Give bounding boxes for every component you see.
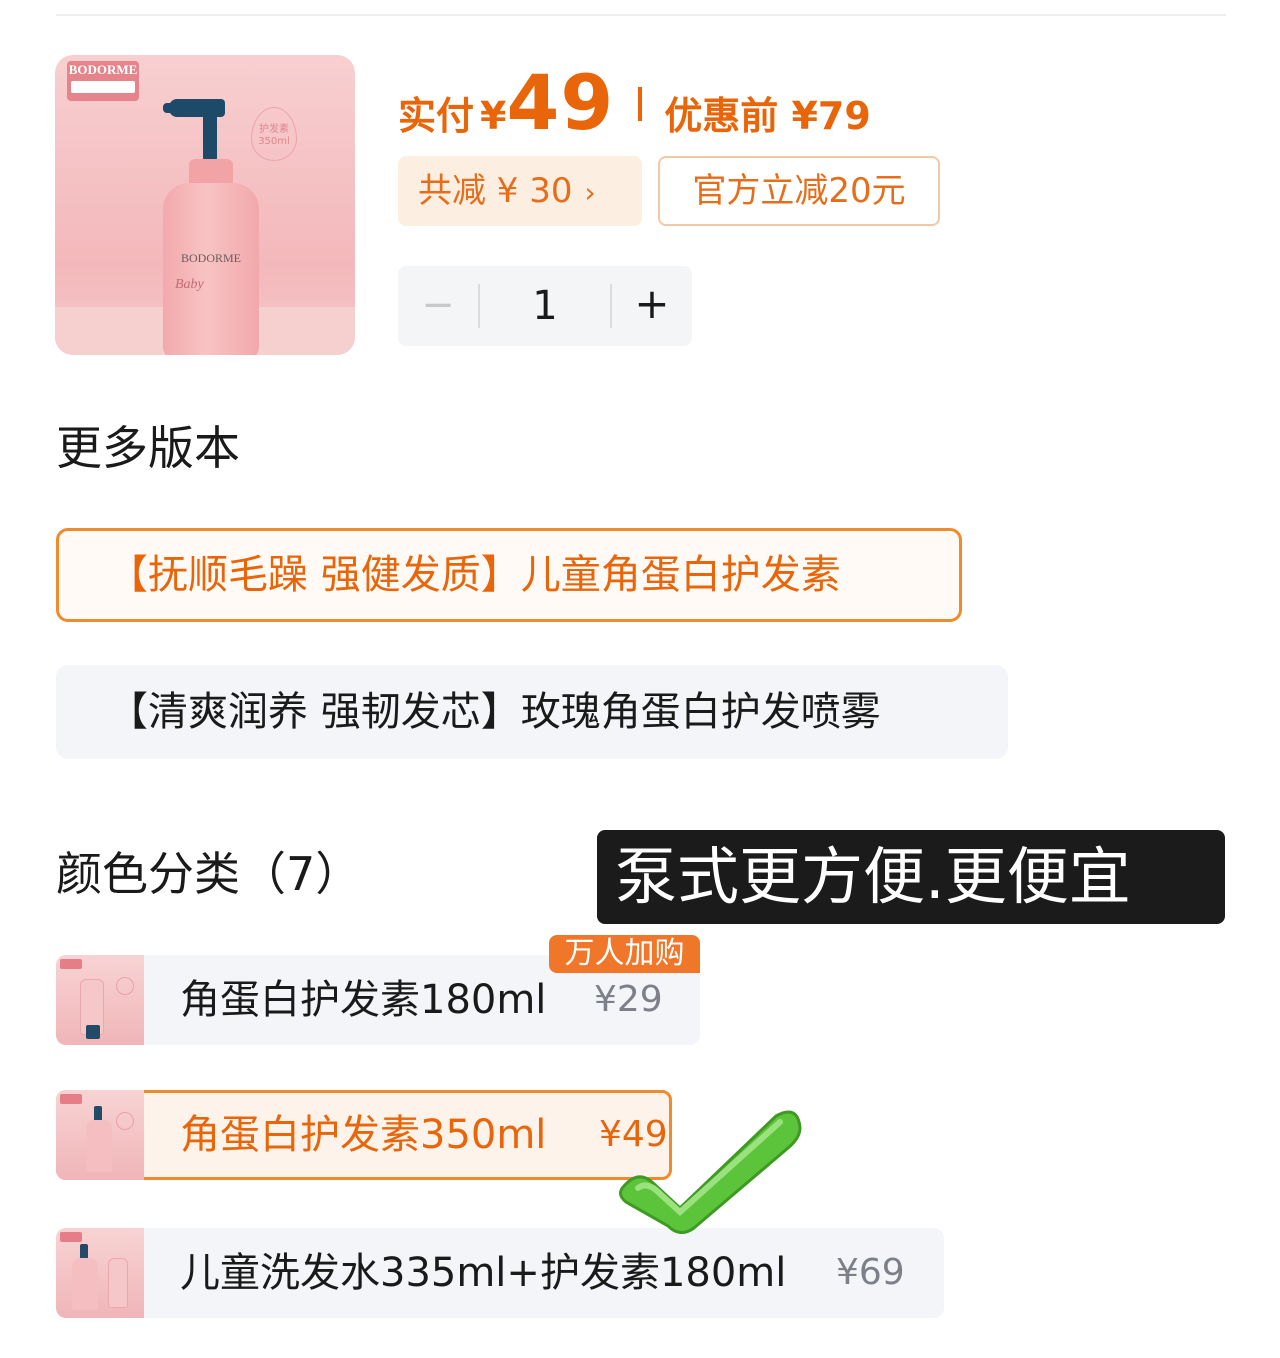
price-row: 实付 ¥ 49 优惠前 ¥79 [398,58,871,147]
original-price: 优惠前 ¥79 [664,94,871,138]
colors-title: 颜色分类（7） [56,847,362,901]
versions-title: 更多版本 [56,421,240,475]
total-discount-button[interactable]: 共减 ¥ 30 › [398,156,642,226]
sku-thumb-tag [60,1094,82,1104]
sku-option-selected[interactable]: 角蛋白护发素350ml ¥49 [56,1090,672,1180]
product-image: BODORME BODORME Baby 护发素 350ml [55,55,355,355]
price-separator [638,87,643,121]
version-option-label: 【抚顺毛躁 强健发质】儿童角蛋白护发素 [108,552,841,598]
version-option-selected[interactable]: 【抚顺毛躁 强健发质】儿童角蛋白护发素 [56,528,962,622]
green-check-icon [619,1110,802,1234]
sku-thumb-badge [116,977,134,995]
sku-name: 角蛋白护发素350ml [180,1112,547,1158]
sku-thumb-bottle [86,1120,112,1172]
official-coupon-tag: 官方立减20元 [658,156,940,226]
sku-thumbnail [56,1228,144,1318]
sku-name: 角蛋白护发素180ml [180,977,547,1023]
decrease-button[interactable]: − [398,266,478,346]
sku-thumbnail [56,1090,144,1180]
version-option[interactable]: 【清爽润养 强韧发芯】玫瑰角蛋白护发喷雾 [56,665,1008,759]
hot-badge: 万人加购 [549,935,700,973]
quantity-value[interactable]: 1 [480,266,610,346]
currency-symbol: ¥ [480,94,507,138]
sku-thumb-bottle [72,1258,98,1310]
sku-thumb-cap [86,1025,100,1039]
sku-option[interactable]: 儿童洗发水335ml+护发素180ml ¥69 [56,1228,944,1318]
increase-button[interactable]: + [612,266,692,346]
sku-thumb-tube [108,1258,128,1308]
sku-price: ¥69 [836,1252,905,1293]
volume-badge: 护发素 350ml [251,107,297,161]
pay-label: 实付 [398,94,475,138]
sku-thumbnail [56,955,144,1045]
version-option-label: 【清爽润养 强韧发芯】玫瑰角蛋白护发喷雾 [108,689,881,735]
sku-name: 儿童洗发水335ml+护发素180ml [180,1250,787,1296]
bottle-baby-label: Baby [175,277,204,292]
pay-amount: 49 [506,58,615,147]
quantity-stepper: − 1 + [398,266,692,346]
sku-thumb-tag [60,1232,82,1242]
top-divider [56,14,1226,16]
sku-thumb-tag [60,959,82,969]
sku-thumb-badge [116,1112,134,1130]
chevron-right-icon: › [584,176,596,209]
pump-stem [203,113,217,161]
bottle-brand-label: BODORME [180,251,241,265]
overlay-caption: 泵式更方便.更便宜 [597,830,1225,924]
bottle-body [163,183,259,355]
total-discount-label: 共减 ¥ 30 [418,171,573,211]
brand-logo: BODORME [67,61,139,101]
